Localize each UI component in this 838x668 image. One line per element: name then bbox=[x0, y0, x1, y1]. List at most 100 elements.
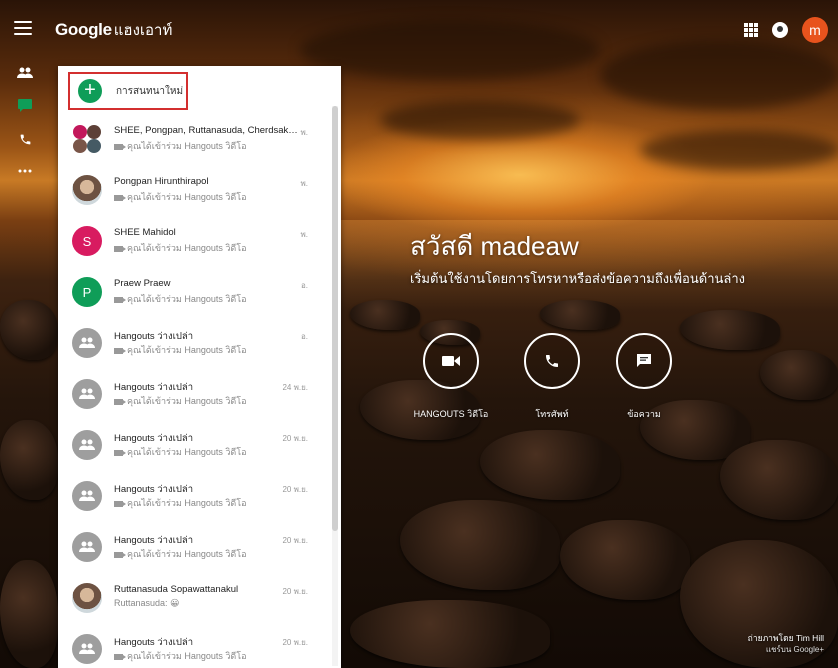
conversation-name: SHEE Mahidol bbox=[114, 227, 176, 238]
group-avatar-icon bbox=[72, 430, 102, 460]
conversation-item[interactable]: SHEE, Pongpan, Ruttanasuda, Cherdsak ...… bbox=[58, 114, 330, 165]
conversation-preview-text: คุณได้เข้าร่วม Hangouts วิดีโอ bbox=[127, 396, 247, 406]
conversation-preview-text: Ruttanasuda: 😀 bbox=[114, 598, 180, 608]
group-avatar-icon bbox=[72, 634, 102, 664]
conversation-item[interactable]: Pongpan Hirunthirapol คุณได้เข้าร่วม Hang… bbox=[58, 165, 330, 216]
more-icon[interactable] bbox=[14, 160, 36, 182]
greeting-subtitle: เริ่มต้นใช้งานโดยการโทรหาหรือส่งข้อความถ… bbox=[410, 271, 745, 286]
conversation-time: 24 พ.ย. bbox=[282, 383, 308, 392]
conversation-time: พ. bbox=[300, 230, 309, 239]
conversation-name: Hangouts ว่างเปล่า bbox=[114, 433, 194, 444]
conversation-name: Hangouts ว่างเปล่า bbox=[114, 382, 194, 393]
phone-icon bbox=[524, 333, 580, 389]
conversation-name: Hangouts ว่างเปล่า bbox=[114, 331, 194, 342]
photo-avatar bbox=[72, 583, 102, 613]
conversation-list: SHEE, Pongpan, Ruttanasuda, Cherdsak ...… bbox=[58, 114, 330, 668]
plus-icon: + bbox=[78, 79, 102, 103]
conversation-name: Ruttanasuda Sopawattanakul bbox=[114, 584, 239, 595]
conversation-preview-text: คุณได้เข้าร่วม Hangouts วิดีโอ bbox=[127, 447, 247, 457]
avatar: P bbox=[72, 277, 102, 307]
conversation-preview-text: คุณได้เข้าร่วม Hangouts วิดีโอ bbox=[127, 549, 247, 559]
conversation-name: Pongpan Hirunthirapol bbox=[114, 176, 209, 187]
conversation-preview-text: คุณได้เข้าร่วม Hangouts วิดีโอ bbox=[127, 192, 247, 202]
conversation-time: 20 พ.ย. bbox=[282, 638, 308, 647]
video-icon bbox=[114, 296, 126, 303]
top-bar: Google แฮงเอาท์ m bbox=[0, 0, 838, 62]
brand-product: แฮงเอาท์ bbox=[113, 22, 173, 39]
conversation-item[interactable]: Ruttanasuda Sopawattanakul Ruttanasuda: 😀… bbox=[58, 573, 330, 624]
apps-icon[interactable] bbox=[744, 23, 758, 37]
conversation-time: อ. bbox=[300, 281, 308, 290]
conversation-time: อ. bbox=[300, 332, 308, 341]
video-icon bbox=[114, 500, 126, 507]
conversation-preview: คุณได้เข้าร่วม Hangouts วิดีโอ bbox=[114, 394, 298, 408]
video-icon bbox=[114, 194, 126, 201]
conversation-preview: Ruttanasuda: 😀 bbox=[114, 598, 298, 609]
conversation-item[interactable]: Hangouts ว่างเปล่าคุณได้เข้าร่วม Hangout… bbox=[58, 624, 330, 668]
conversation-time: 20 พ.ย. bbox=[282, 587, 308, 596]
conversation-time: 20 พ.ย. bbox=[282, 536, 308, 545]
chat-icon[interactable] bbox=[14, 94, 36, 116]
greeting-title: สวัสดี madeaw bbox=[410, 231, 579, 261]
message-label: ข้อความ bbox=[627, 409, 661, 419]
conversation-time: 20 พ.ย. bbox=[282, 434, 308, 443]
conversation-preview-text: คุณได้เข้าร่วม Hangouts วิดีโอ bbox=[127, 345, 247, 355]
account-avatar[interactable]: m bbox=[802, 17, 828, 43]
phone-icon[interactable] bbox=[14, 128, 36, 150]
conversation-item[interactable]: Hangouts ว่างเปล่าคุณได้เข้าร่วม Hangout… bbox=[58, 471, 330, 522]
new-conversation-button[interactable]: + การสนทนาใหม่ bbox=[68, 72, 188, 110]
group-avatar-icon bbox=[72, 532, 102, 562]
video-icon bbox=[114, 245, 126, 252]
photo-avatar bbox=[72, 175, 102, 205]
conversation-preview-text: คุณได้เข้าร่วม Hangouts วิดีโอ bbox=[127, 141, 247, 151]
notifications-icon[interactable] bbox=[772, 22, 788, 38]
group-avatar-icon bbox=[72, 481, 102, 511]
conversation-item[interactable]: Hangouts ว่างเปล่าคุณได้เข้าร่วม Hangout… bbox=[58, 318, 330, 369]
photo-credit-text: ถ่ายภาพโดย Tim Hill bbox=[747, 633, 824, 643]
conversation-item[interactable]: P Praew Praew คุณได้เข้าร่วม Hangouts วิดี… bbox=[58, 267, 330, 318]
conversation-item[interactable]: Hangouts ว่างเปล่าคุณได้เข้าร่วม Hangout… bbox=[58, 420, 330, 471]
conversation-item[interactable]: Hangouts ว่างเปล่าคุณได้เข้าร่วม Hangout… bbox=[58, 522, 330, 573]
scrollbar[interactable] bbox=[332, 106, 338, 666]
contacts-icon[interactable] bbox=[14, 62, 36, 84]
conversation-time: พ. bbox=[300, 179, 309, 188]
conversation-preview: คุณได้เข้าร่วม Hangouts วิดีโอ bbox=[114, 292, 298, 306]
conversation-preview: คุณได้เข้าร่วม Hangouts วิดีโอ bbox=[114, 649, 298, 663]
video-icon bbox=[423, 333, 479, 389]
conversation-item[interactable]: Hangouts ว่างเปล่าคุณได้เข้าร่วม Hangout… bbox=[58, 369, 330, 420]
share-link[interactable]: แชร์บน Google+ bbox=[748, 644, 824, 655]
new-conversation-label: การสนทนาใหม่ bbox=[116, 85, 184, 97]
conversation-preview: คุณได้เข้าร่วม Hangouts วิดีโอ bbox=[114, 190, 298, 204]
conversation-preview: คุณได้เข้าร่วม Hangouts วิดีโอ bbox=[114, 547, 298, 561]
video-icon bbox=[114, 143, 126, 150]
scrollbar-thumb[interactable] bbox=[332, 106, 338, 531]
video-icon bbox=[114, 449, 126, 456]
conversation-name: Praew Praew bbox=[114, 278, 171, 289]
menu-icon[interactable] bbox=[14, 21, 32, 35]
conversation-item[interactable]: S SHEE Mahidol คุณได้เข้าร่วม Hangouts วิด… bbox=[58, 216, 330, 267]
conversation-preview-text: คุณได้เข้าร่วม Hangouts วิดีโอ bbox=[127, 498, 247, 508]
conversation-name: Hangouts ว่างเปล่า bbox=[114, 484, 194, 495]
conversation-preview: คุณได้เข้าร่วม Hangouts วิดีโอ bbox=[114, 496, 298, 510]
video-icon bbox=[114, 551, 126, 558]
video-icon bbox=[114, 653, 126, 660]
conversation-preview: คุณได้เข้าร่วม Hangouts วิดีโอ bbox=[114, 139, 298, 153]
group-avatar-icon bbox=[72, 328, 102, 358]
conversation-name: Hangouts ว่างเปล่า bbox=[114, 535, 194, 546]
video-icon bbox=[114, 347, 126, 354]
conversation-preview: คุณได้เข้าร่วม Hangouts วิดีโอ bbox=[114, 241, 298, 255]
conversation-preview-text: คุณได้เข้าร่วม Hangouts วิดีโอ bbox=[127, 243, 247, 253]
conversation-preview-text: คุณได้เข้าร่วม Hangouts วิดีโอ bbox=[127, 651, 247, 661]
app-logo[interactable]: Google แฮงเอาท์ bbox=[55, 18, 172, 42]
conversation-time: 20 พ.ย. bbox=[282, 485, 308, 494]
group-photo-avatar bbox=[72, 124, 102, 154]
conversation-preview: คุณได้เข้าร่วม Hangouts วิดีโอ bbox=[114, 445, 298, 459]
conversation-name: Hangouts ว่างเปล่า bbox=[114, 637, 194, 648]
conversation-preview-text: คุณได้เข้าร่วม Hangouts วิดีโอ bbox=[127, 294, 247, 304]
group-avatar-icon bbox=[72, 379, 102, 409]
message-button[interactable]: ข้อความ bbox=[584, 333, 704, 421]
avatar: S bbox=[72, 226, 102, 256]
conversation-preview: คุณได้เข้าร่วม Hangouts วิดีโอ bbox=[114, 343, 298, 357]
video-icon bbox=[114, 398, 126, 405]
message-icon bbox=[616, 333, 672, 389]
